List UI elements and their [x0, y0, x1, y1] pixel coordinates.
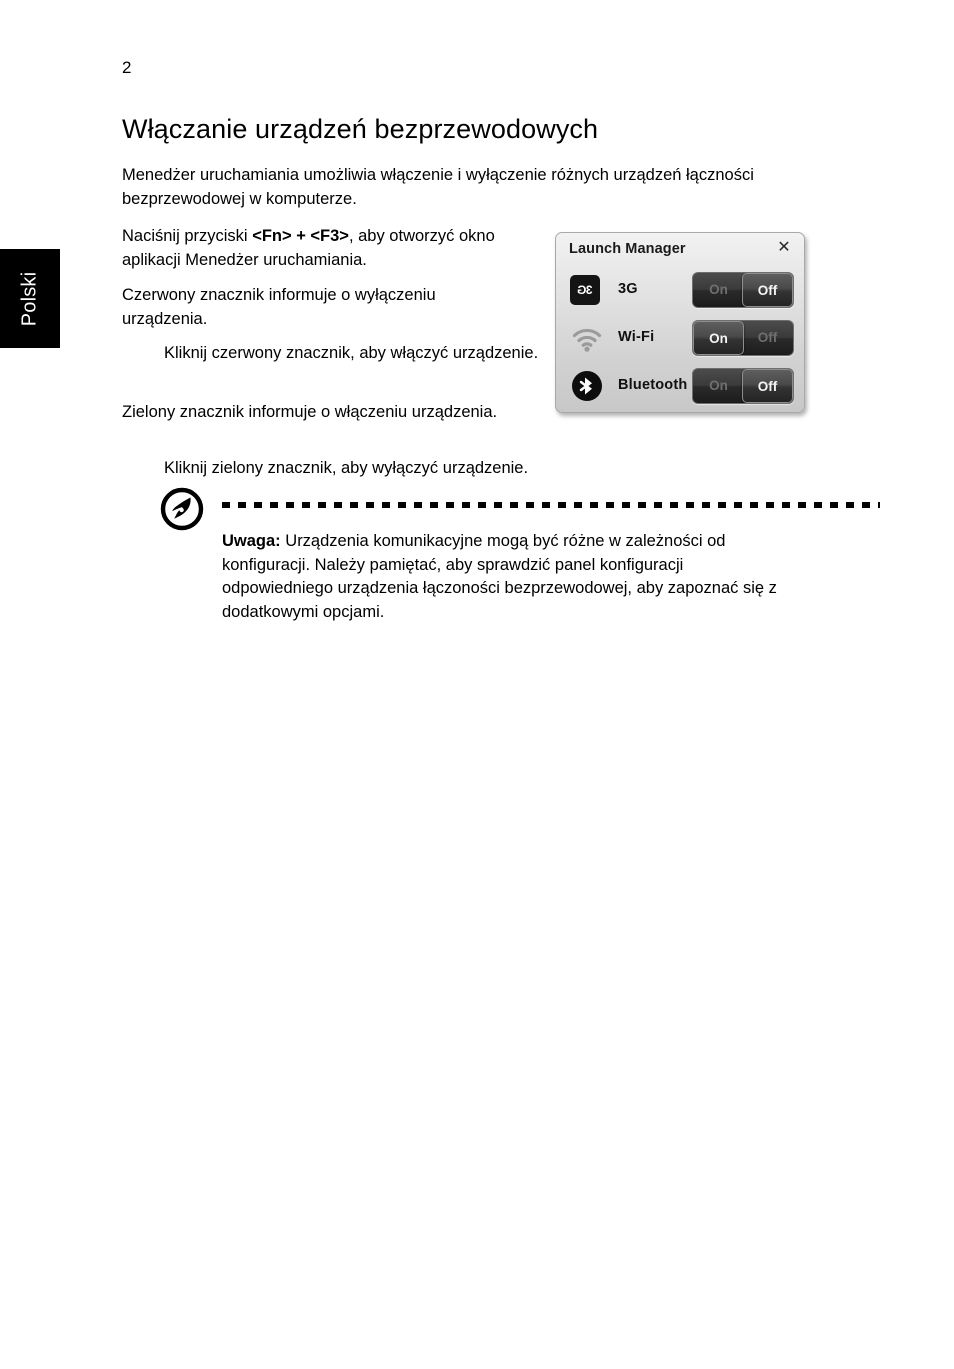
acer-logo-icon: [160, 487, 204, 531]
launch-manager-row-wifi: Wi-Fi On Off: [556, 315, 804, 363]
toggle-bluetooth-on[interactable]: On: [693, 369, 744, 403]
launch-manager-row-3g: 3G 3G On Off: [556, 267, 804, 315]
launch-manager-row-bluetooth: Bluetooth On Off: [556, 363, 804, 411]
toggle-bluetooth[interactable]: On Off: [692, 368, 794, 404]
launch-manager-title: Launch Manager: [569, 241, 686, 257]
launch-manager-label-wifi: Wi-Fi: [618, 329, 655, 345]
fn-prefix-text: Naciśnij przyciski: [122, 227, 253, 245]
note-text: Uwaga: Urządzenia komunikacyjne mogą być…: [222, 530, 792, 624]
page-number: 2: [122, 58, 132, 77]
paragraph-red-marker: Czerwony znacznik informuje o wyłączeniu…: [122, 286, 436, 328]
note-label: Uwaga:: [222, 532, 281, 550]
launch-manager-label-bluetooth: Bluetooth: [618, 377, 688, 393]
note-divider: [222, 502, 880, 508]
3g-icon-text: 3G: [577, 283, 593, 297]
3g-icon: 3G: [570, 273, 604, 307]
toggle-3g-off[interactable]: Off: [742, 273, 793, 307]
language-tab: Polski: [0, 249, 60, 348]
toggle-bluetooth-off[interactable]: Off: [742, 369, 793, 403]
launch-manager-dialog: Launch Manager ✕ 3G 3G On Off Wi-Fi On O…: [555, 232, 805, 413]
close-icon[interactable]: ✕: [776, 240, 792, 256]
launch-manager-label-3g: 3G: [618, 281, 638, 297]
toggle-3g[interactable]: On Off: [692, 272, 794, 308]
paragraph-green-marker-sub: Kliknij zielony znacznik, aby wyłączyć u…: [164, 459, 529, 477]
fn-keys-text: <Fn> + <F3>: [252, 227, 349, 245]
note-body-text: Urządzenia komunikacyjne mogą być różne …: [222, 532, 777, 621]
wifi-icon: [570, 321, 604, 355]
toggle-wifi[interactable]: On Off: [692, 320, 794, 356]
launch-manager-titlebar: Launch Manager ✕: [556, 233, 804, 267]
paragraph-red-marker-sub: Kliknij czerwony znacznik, aby włączyć u…: [164, 344, 539, 362]
page-title: Włączanie urządzeń bezprzewodowych: [122, 114, 599, 144]
bluetooth-icon: [570, 369, 604, 403]
paragraph-green-marker: Zielony znacznik informuje o włączeniu u…: [122, 403, 498, 421]
toggle-wifi-on[interactable]: On: [693, 321, 744, 355]
language-tab-label: Polski: [18, 271, 41, 326]
paragraph-intro: Menedżer uruchamiania umożliwia włączeni…: [122, 166, 754, 208]
toggle-3g-on[interactable]: On: [693, 273, 744, 307]
paragraph-fn-shortcut: Naciśnij przyciski <Fn> + <F3>, aby otwo…: [122, 224, 522, 272]
toggle-wifi-off[interactable]: Off: [742, 321, 793, 355]
